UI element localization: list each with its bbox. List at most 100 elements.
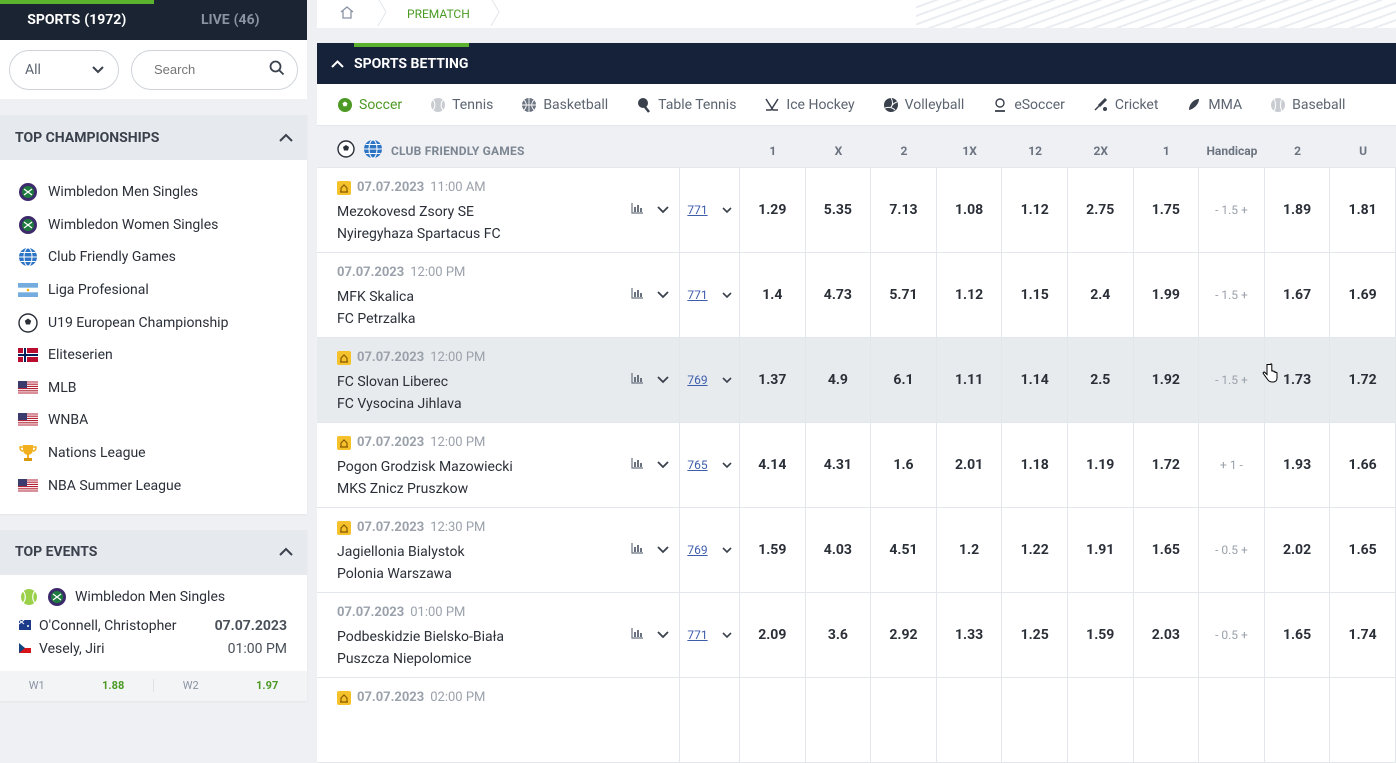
chevron-down-icon[interactable] xyxy=(657,542,669,558)
odd-cell[interactable]: 1.67 xyxy=(1265,253,1331,337)
stats-icon[interactable] xyxy=(631,457,643,473)
match-info[interactable]: 07.07.2023 12:00 PM MFK Skalica FC Petrzalk… xyxy=(317,253,680,337)
odd-cell[interactable]: 1.59 xyxy=(740,508,806,592)
odd-cell[interactable]: 2.4 xyxy=(1068,253,1134,337)
table-row[interactable]: 07.07.2023 12:00 PM MFK Skalica FC Petrzalk… xyxy=(317,253,1396,338)
odd-cell[interactable] xyxy=(1330,678,1396,762)
more-markets-button[interactable]: 771 xyxy=(680,168,740,252)
chevron-down-icon[interactable] xyxy=(657,457,669,473)
championship-item[interactable]: Liga Profesional xyxy=(18,274,307,307)
stats-icon[interactable] xyxy=(631,542,643,558)
more-markets-button[interactable]: 771 xyxy=(680,253,740,337)
table-row[interactable]: 07.07.2023 02:00 PM xyxy=(317,678,1396,763)
championship-item[interactable]: Club Friendly Games xyxy=(18,241,307,274)
championship-item[interactable]: NBA Summer League xyxy=(18,469,307,502)
odd-cell[interactable]: 1.19 xyxy=(1068,423,1134,507)
sport-tab-table-tennis[interactable]: Table Tennis xyxy=(636,97,736,113)
odd-cell[interactable]: 5.71 xyxy=(871,253,937,337)
chevron-down-icon[interactable] xyxy=(657,202,669,218)
odd-cell[interactable] xyxy=(1265,678,1331,762)
sport-tab-ice-hockey[interactable]: Ice Hockey xyxy=(764,97,855,113)
odd-cell[interactable]: 1.65 xyxy=(1330,508,1396,592)
odd-cell[interactable]: 1.72 xyxy=(1330,338,1396,422)
odd-cell[interactable]: 1.29 xyxy=(740,168,806,252)
odd-cell[interactable]: 2.01 xyxy=(937,423,1003,507)
championship-item[interactable]: Eliteserien xyxy=(18,339,307,372)
sport-tab-mma[interactable]: MMA xyxy=(1186,97,1242,113)
chevron-down-icon[interactable] xyxy=(657,372,669,388)
odd-cell[interactable]: - 1.5 + xyxy=(1199,253,1265,337)
stats-icon[interactable] xyxy=(631,372,643,388)
odd-cell[interactable] xyxy=(1134,678,1200,762)
match-info[interactable]: 07.07.2023 12:30 PM Jagiellonia Bialystok P… xyxy=(317,508,680,592)
odd-cell[interactable]: 2.02 xyxy=(1265,508,1331,592)
odd-cell[interactable]: 2.75 xyxy=(1068,168,1134,252)
odd-cell[interactable]: 1.91 xyxy=(1068,508,1134,592)
odd-cell[interactable]: 1.12 xyxy=(937,253,1003,337)
home-breadcrumb[interactable] xyxy=(317,0,377,28)
odd-cell[interactable]: 5.35 xyxy=(806,168,872,252)
championship-item[interactable]: Wimbledon Women Singles xyxy=(18,209,307,242)
odd-cell[interactable]: 3.6 xyxy=(806,593,872,677)
stats-icon[interactable] xyxy=(631,627,643,643)
odd-cell[interactable] xyxy=(740,678,806,762)
championship-item[interactable]: Nations League xyxy=(18,437,307,470)
tab-live[interactable]: LIVE (46) xyxy=(154,0,308,40)
more-markets-button[interactable]: 771 xyxy=(680,593,740,677)
odd-cell[interactable] xyxy=(1199,678,1265,762)
odd-cell[interactable]: - 1.5 + xyxy=(1199,168,1265,252)
odd-w2-button[interactable]: W2 1.97 xyxy=(153,679,307,693)
chevron-up-icon[interactable] xyxy=(279,130,293,146)
match-info[interactable]: 07.07.2023 12:00 PM FC Slovan Liberec FC Vy… xyxy=(317,338,680,422)
table-row[interactable]: 07.07.2023 01:00 PM Podbeskidzie Bielsko-B… xyxy=(317,593,1396,678)
chevron-down-icon[interactable] xyxy=(657,287,669,303)
sport-tab-esoccer[interactable]: eSoccer xyxy=(992,97,1065,113)
sport-tab-volleyball[interactable]: Volleyball xyxy=(883,97,964,113)
sport-tab-tennis[interactable]: Tennis xyxy=(430,97,493,113)
odd-cell[interactable]: 1.99 xyxy=(1134,253,1200,337)
odd-cell[interactable]: 1.74 xyxy=(1330,593,1396,677)
odd-cell[interactable] xyxy=(871,678,937,762)
odd-cell[interactable]: - 0.5 + xyxy=(1199,593,1265,677)
stats-icon[interactable] xyxy=(631,202,643,218)
odd-cell[interactable]: 1.08 xyxy=(937,168,1003,252)
odd-cell[interactable]: 1.37 xyxy=(740,338,806,422)
odd-cell[interactable]: 1.25 xyxy=(1002,593,1068,677)
odd-cell[interactable]: 7.13 xyxy=(871,168,937,252)
top-event-card[interactable]: Wimbledon Men Singles O'Connell, Christo… xyxy=(0,575,307,671)
odd-cell[interactable]: 4.14 xyxy=(740,423,806,507)
home-icon[interactable] xyxy=(340,5,354,23)
odd-cell[interactable]: 1.75 xyxy=(1134,168,1200,252)
championship-item[interactable]: Wimbledon Men Singles xyxy=(18,176,307,209)
odd-cell[interactable]: 1.89 xyxy=(1265,168,1331,252)
odd-cell[interactable]: 2.03 xyxy=(1134,593,1200,677)
odd-cell[interactable]: 1.59 xyxy=(1068,593,1134,677)
chevron-up-icon[interactable] xyxy=(279,544,293,560)
sport-tab-soccer[interactable]: Soccer xyxy=(337,97,402,113)
odd-cell[interactable]: 2.5 xyxy=(1068,338,1134,422)
top-championships-header[interactable]: TOP CHAMPIONSHIPS xyxy=(0,115,307,160)
odd-cell[interactable] xyxy=(937,678,1003,762)
table-row[interactable]: 07.07.2023 12:00 PM FC Slovan Liberec FC Vy… xyxy=(317,338,1396,423)
odd-cell[interactable]: 2.92 xyxy=(871,593,937,677)
search-input[interactable] xyxy=(154,62,254,77)
odd-cell[interactable]: 4.73 xyxy=(806,253,872,337)
table-row[interactable]: 07.07.2023 11:00 AM Mezokovesd Zsory SE Nyi… xyxy=(317,168,1396,253)
odd-cell[interactable]: 1.18 xyxy=(1002,423,1068,507)
odd-cell[interactable]: 1.12 xyxy=(1002,168,1068,252)
odd-cell[interactable]: 4.9 xyxy=(806,338,872,422)
odd-cell[interactable]: 1.66 xyxy=(1330,423,1396,507)
odd-cell[interactable]: 1.6 xyxy=(871,423,937,507)
more-markets-button[interactable] xyxy=(680,678,740,762)
odd-cell[interactable]: 1.69 xyxy=(1330,253,1396,337)
odd-cell[interactable]: 6.1 xyxy=(871,338,937,422)
odd-cell[interactable]: 1.65 xyxy=(1265,593,1331,677)
match-info[interactable]: 07.07.2023 02:00 PM xyxy=(317,678,680,762)
sport-tab-baseball[interactable]: Baseball xyxy=(1270,97,1345,113)
tab-sports[interactable]: SPORTS (1972) xyxy=(0,0,154,40)
sport-tab-cricket[interactable]: Cricket xyxy=(1093,97,1158,113)
more-markets-button[interactable]: 769 xyxy=(680,338,740,422)
match-info[interactable]: 07.07.2023 01:00 PM Podbeskidzie Bielsko-B… xyxy=(317,593,680,677)
odd-cell[interactable]: 4.51 xyxy=(871,508,937,592)
chevron-down-icon[interactable] xyxy=(657,627,669,643)
